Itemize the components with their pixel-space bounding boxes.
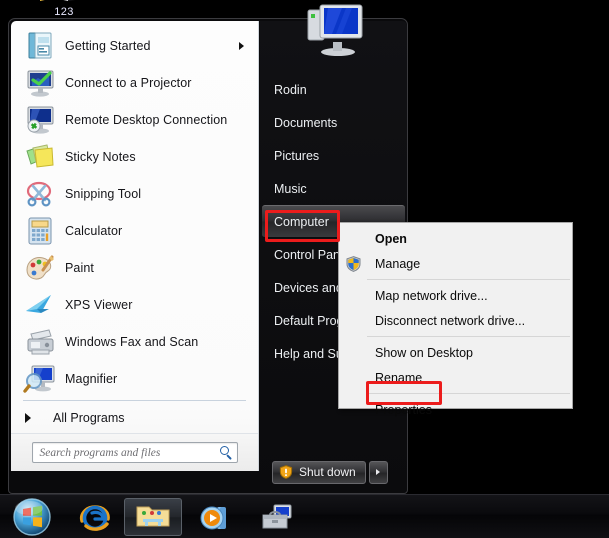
toolbox-computer-icon <box>262 504 292 529</box>
program-item-label: Magnifier <box>65 371 118 386</box>
program-item-calculator[interactable]: Calculator <box>11 212 258 249</box>
program-item-label: Windows Fax and Scan <box>65 334 199 349</box>
shut-down-label: Shut down <box>299 465 356 479</box>
shutdown-row: Shut down <box>260 459 407 485</box>
power-shield-icon <box>279 465 293 479</box>
xps-viewer-icon <box>23 289 57 321</box>
program-list: Getting Started Connect to a Projector R… <box>11 27 258 397</box>
chevron-right-icon <box>239 41 244 50</box>
program-item-paint[interactable]: Paint <box>11 249 258 286</box>
shut-down-options-button[interactable] <box>368 460 388 484</box>
magnifier-icon <box>23 365 55 393</box>
context-menu-separator <box>367 336 570 337</box>
sticky-notes-icon <box>26 143 54 168</box>
taskbar-button-toolbox[interactable] <box>246 498 304 536</box>
context-menu-item-label: Show on Desktop <box>375 345 473 360</box>
all-programs-button[interactable]: All Programs <box>11 403 258 433</box>
place-item-label: Music <box>274 181 307 196</box>
snipping-tool-icon <box>26 181 52 207</box>
taskbar-button-internet-explorer[interactable] <box>66 498 124 536</box>
context-menu-item-show-on-desktop[interactable]: Show on Desktop <box>339 340 572 365</box>
search-placeholder: Search programs and files <box>39 446 161 459</box>
remote-desktop-icon <box>27 106 54 134</box>
xps-viewer-icon <box>26 294 51 313</box>
fax-scan-icon <box>27 328 54 354</box>
taskbar-button-windows-explorer[interactable] <box>124 498 182 536</box>
paint-icon <box>23 252 57 284</box>
taskbar-button-media-player[interactable] <box>186 498 244 536</box>
program-item-label: Remote Desktop Connection <box>65 112 228 127</box>
calculator-icon <box>23 215 57 247</box>
place-item-label: Rodin <box>274 82 307 97</box>
taskbar <box>0 494 609 538</box>
program-item-label: Calculator <box>65 223 123 238</box>
program-item-getting-started[interactable]: Getting Started <box>11 27 258 64</box>
context-menu-separator <box>367 279 570 280</box>
search-area: Search programs and files <box>11 433 258 471</box>
internet-explorer-icon <box>79 505 110 531</box>
context-menu-item-label: Manage <box>375 256 421 271</box>
context-menu-item-label: Disconnect network drive... <box>375 313 526 328</box>
all-programs-label: All Programs <box>53 411 125 425</box>
sticky-notes-icon <box>23 141 57 173</box>
context-menu-item-label: Map network drive... <box>375 288 488 303</box>
place-item-label: Documents <box>274 115 338 130</box>
chevron-right-icon <box>25 413 31 423</box>
program-item-windows-fax-and-scan[interactable]: Windows Fax and Scan <box>11 323 258 360</box>
program-item-xps-viewer[interactable]: XPS Viewer <box>11 286 258 323</box>
program-item-remote-desktop-connection[interactable]: Remote Desktop Connection <box>11 101 258 138</box>
getting-started-icon <box>28 32 52 58</box>
program-item-label: Getting Started <box>65 38 151 53</box>
projector-icon <box>27 70 54 97</box>
context-menu-item-manage[interactable]: Manage <box>339 251 572 276</box>
place-item-pictures[interactable]: Pictures <box>260 139 407 172</box>
start-menu-programs-pane: Getting Started Connect to a Projector R… <box>11 21 259 471</box>
program-item-sticky-notes[interactable]: Sticky Notes <box>11 138 258 175</box>
magnifier-icon <box>23 363 57 395</box>
place-item-documents[interactable]: Documents <box>260 106 407 139</box>
windows-start-orb[interactable] <box>7 497 57 537</box>
uac-shield-icon <box>346 255 361 272</box>
program-item-label: XPS Viewer <box>65 297 133 312</box>
remote-desktop-icon <box>23 104 57 136</box>
shut-down-button[interactable]: Shut down <box>272 460 366 484</box>
paint-icon <box>26 255 54 279</box>
snipping-tool-icon <box>23 178 57 210</box>
program-item-connect-to-a-projector[interactable]: Connect to a Projector <box>11 64 258 101</box>
context-menu-item-disconnect-network-drive-[interactable]: Disconnect network drive... <box>339 308 572 333</box>
search-icon <box>219 446 233 460</box>
program-item-magnifier[interactable]: Magnifier <box>11 360 258 397</box>
annotation-box-properties <box>366 381 442 405</box>
search-input[interactable]: Search programs and files <box>31 442 238 463</box>
place-item-rodin[interactable]: Rodin <box>260 73 407 106</box>
place-item-label: Pictures <box>274 148 320 163</box>
programs-divider <box>23 400 246 401</box>
context-menu-item-map-network-drive-[interactable]: Map network drive... <box>339 283 572 308</box>
windows-media-player-icon <box>200 506 226 530</box>
fax-scan-icon <box>23 326 57 358</box>
chevron-right-icon <box>376 469 381 475</box>
context-menu-item-label: Open <box>375 231 407 246</box>
program-item-label: Snipping Tool <box>65 186 142 201</box>
context-menu-item-open[interactable]: Open <box>339 226 572 251</box>
program-item-label: Connect to a Projector <box>65 75 192 90</box>
windows-explorer-icon <box>136 506 170 527</box>
projector-icon <box>23 67 57 99</box>
getting-started-icon <box>23 30 57 62</box>
user-account-picture[interactable] <box>302 2 366 60</box>
program-item-snipping-tool[interactable]: Snipping Tool <box>11 175 258 212</box>
desktop-shortcut-label: 123 <box>54 6 74 18</box>
program-item-label: Sticky Notes <box>65 149 136 164</box>
program-item-label: Paint <box>65 260 94 275</box>
place-item-music[interactable]: Music <box>260 172 407 205</box>
annotation-box-computer <box>265 210 340 242</box>
calculator-icon <box>28 217 52 244</box>
